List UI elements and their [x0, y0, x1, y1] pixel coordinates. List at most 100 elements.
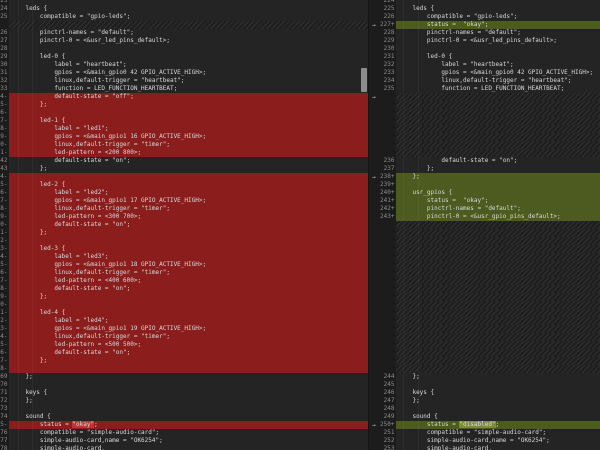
code-line[interactable]: label = "led2";	[9, 189, 368, 197]
line-number: 263-	[0, 325, 9, 333]
code-line[interactable]	[9, 45, 368, 53]
code-line[interactable]: simple-audio-card,	[9, 445, 368, 450]
code-line[interactable]: status = "disabled";	[396, 421, 600, 429]
code-line[interactable]: };	[9, 101, 368, 109]
code-line[interactable]: sound {	[396, 413, 600, 421]
code-line[interactable]: led-4 {	[9, 309, 368, 317]
code-line[interactable]: linux,default-trigger = "timer";	[9, 333, 368, 341]
code-line[interactable]: gpios = <&main_gpio0 42 GPIO_ACTIVE_HIGH…	[9, 69, 368, 77]
code-line[interactable]	[9, 365, 368, 373]
apply-change-arrow-icon[interactable]: →	[369, 93, 379, 101]
code-line[interactable]	[9, 109, 368, 117]
code-line[interactable]: };	[9, 229, 368, 237]
diff-row	[369, 229, 600, 237]
code-line[interactable]: compatible = "simple-audio-card";	[396, 429, 600, 437]
code-line[interactable]: label = "heartbeat";	[396, 61, 600, 69]
code-line[interactable]: };	[9, 397, 368, 405]
code-line[interactable]: keys {	[9, 389, 368, 397]
code-line[interactable]: linux,default-trigger = "heartbeat";	[396, 77, 600, 85]
code-line[interactable]: linux,default-trigger = "timer";	[9, 141, 368, 149]
filler-hatch	[396, 93, 600, 101]
code-line[interactable]	[9, 301, 368, 309]
arrow-column	[369, 253, 379, 261]
code-line[interactable]: leds {	[9, 5, 368, 13]
line-number: 241+	[379, 197, 396, 205]
code-line[interactable]: };	[396, 173, 600, 181]
code-line[interactable]: };	[9, 293, 368, 301]
code-line[interactable]: };	[396, 397, 600, 405]
code-line[interactable]: };	[9, 165, 368, 173]
code-line[interactable]: pinctrl-0 = <&usr_led_pins_default>;	[9, 37, 368, 45]
code-line[interactable]: function = LED_FUNCTION_HEARTBEAT;	[396, 85, 600, 93]
code-line[interactable]: label = "heartbeat";	[9, 61, 368, 69]
code-line[interactable]: simple-audio-card,	[396, 445, 600, 450]
diff-row	[369, 349, 600, 357]
code-line[interactable]: led-1 {	[9, 117, 368, 125]
code-line[interactable]: gpios = <&main_gpio1 19 GPIO_ACTIVE_HIGH…	[9, 325, 368, 333]
code-line[interactable]: default-state = "on";	[9, 221, 368, 229]
code-line[interactable]: gpios = <&main_gpio1 17 GPIO_ACTIVE_HIGH…	[9, 197, 368, 205]
code-line[interactable]: sound {	[9, 413, 368, 421]
code-line[interactable]: gpios = <&main_gpio1 16 GPIO_ACTIVE_HIGH…	[9, 133, 368, 141]
diff-row: →227+ status = "okay";	[369, 21, 600, 29]
code-line[interactable]: led-pattern = <300 700>;	[9, 213, 368, 221]
code-line[interactable]: default-state = "on";	[9, 157, 368, 165]
code-line[interactable]: pinctrl-0 = <&usr_gpio_pins_default>;	[396, 213, 600, 221]
code-line[interactable]: };	[396, 373, 600, 381]
code-line[interactable]: compatible = "simple-audio-card";	[9, 429, 368, 437]
code-line[interactable]: label = "led1";	[9, 125, 368, 133]
code-line[interactable]: gpios = <&main_gpio0 42 GPIO_ACTIVE_HIGH…	[396, 69, 600, 77]
code-line[interactable]: status = "okay";	[9, 421, 368, 429]
left-pane-scrollbar-thumb[interactable]	[361, 68, 367, 92]
code-line[interactable]	[9, 381, 368, 389]
code-line[interactable]: led-pattern = <400 600>;	[9, 277, 368, 285]
code-line[interactable]: simple-audio-card,name = "OK6254";	[9, 437, 368, 445]
code-line[interactable]	[396, 381, 600, 389]
code-line[interactable]	[396, 405, 600, 413]
code-line[interactable]: leds {	[396, 5, 600, 13]
code-line[interactable]: linux,default-trigger = "timer";	[9, 269, 368, 277]
code-line[interactable]: simple-audio-card,name = "OK6254";	[396, 437, 600, 445]
code-line[interactable]: status = "okay";	[396, 197, 600, 205]
line-number: 226	[0, 29, 9, 37]
code-line[interactable]: };	[9, 357, 368, 365]
code-line[interactable]	[9, 405, 368, 413]
code-line[interactable]: pinctrl-names = "default";	[396, 29, 600, 37]
arrow-column	[369, 141, 379, 149]
code-line[interactable]: status = "okay";	[396, 21, 600, 29]
code-line[interactable]	[396, 181, 600, 189]
code-line[interactable]: pinctrl-names = "default";	[396, 205, 600, 213]
code-line[interactable]: linux,default-trigger = "heartbeat";	[9, 77, 368, 85]
code-line[interactable]: led-pattern = <500 500>;	[9, 341, 368, 349]
code-line[interactable]: compatible = "gpio-leds";	[9, 13, 368, 21]
code-line[interactable]: label = "led3";	[9, 253, 368, 261]
apply-change-arrow-icon[interactable]: →	[369, 173, 379, 181]
code-line[interactable]: led-0 {	[396, 53, 600, 61]
code-line[interactable]: pinctrl-names = "default";	[9, 29, 368, 37]
code-line[interactable]: default-state = "on";	[9, 349, 368, 357]
apply-change-arrow-icon[interactable]: →	[369, 21, 379, 29]
code-line[interactable]: default-state = "on";	[396, 157, 600, 165]
code-line[interactable]: led-pattern = <200 800>;	[9, 149, 368, 157]
code-line[interactable]	[396, 45, 600, 53]
code-line[interactable]	[9, 237, 368, 245]
code-line[interactable]: label = "led4";	[9, 317, 368, 325]
code-line[interactable]	[9, 173, 368, 181]
code-line[interactable]: usr_gpios {	[396, 189, 600, 197]
code-line[interactable]: default-state = "on";	[9, 285, 368, 293]
code-line[interactable]: linux,default-trigger = "timer";	[9, 205, 368, 213]
code-line[interactable]: compatible = "gpio-leds";	[396, 13, 600, 21]
code-line[interactable]: keys {	[396, 389, 600, 397]
code-line[interactable]: };	[9, 373, 368, 381]
diff-row: 254- label = "led3";	[0, 253, 368, 261]
code-line[interactable]: led-3 {	[9, 245, 368, 253]
code-line[interactable]: function = LED_FUNCTION_HEARTBEAT;	[9, 85, 368, 93]
code-line[interactable]: led-2 {	[9, 181, 368, 189]
code-line[interactable]: gpios = <&main_gpio1 18 GPIO_ACTIVE_HIGH…	[9, 261, 368, 269]
code-line[interactable]: default-state = "off";	[9, 93, 368, 101]
code-line[interactable]: };	[396, 165, 600, 173]
line-number: 254-	[0, 253, 9, 261]
code-line[interactable]: led-0 {	[9, 53, 368, 61]
code-line[interactable]: pinctrl-0 = <&usr_led_pins_default>;	[396, 37, 600, 45]
apply-change-arrow-icon[interactable]: →	[369, 421, 379, 429]
